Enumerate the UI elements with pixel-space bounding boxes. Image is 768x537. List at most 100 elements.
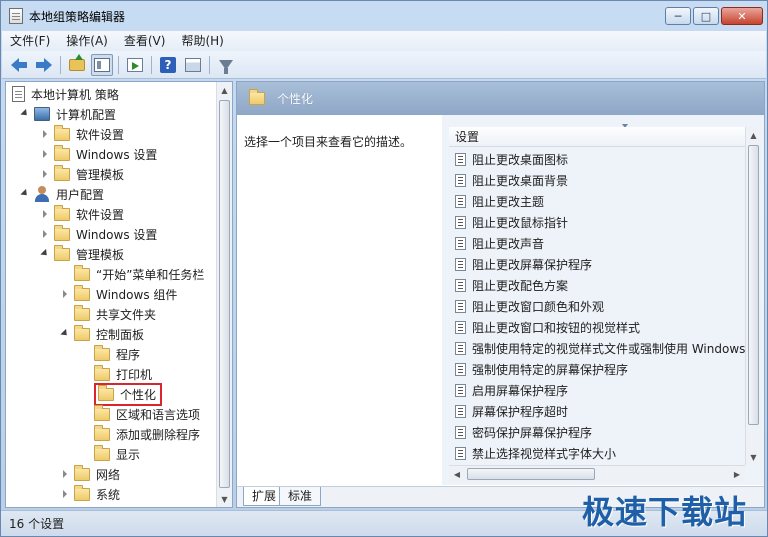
- menu-view[interactable]: 查看(V): [116, 31, 174, 51]
- collapsed-arrow-icon[interactable]: [40, 129, 50, 139]
- filter-button[interactable]: [215, 54, 237, 76]
- expanded-arrow-icon[interactable]: [60, 329, 70, 339]
- scroll-thumb[interactable]: [748, 145, 759, 425]
- close-button[interactable]: ✕: [721, 7, 763, 25]
- tree-item[interactable]: 控制面板: [60, 324, 144, 344]
- list-item-label: 禁止选择视觉样式字体大小: [472, 447, 617, 461]
- folder-icon: [74, 304, 90, 321]
- policy-document-icon: [12, 86, 25, 102]
- list-item[interactable]: 阻止更改声音: [449, 233, 544, 254]
- tree-item[interactable]: 本地计算机 策略: [12, 84, 119, 104]
- tree-item[interactable]: Windows 设置: [40, 224, 157, 244]
- tab-standard[interactable]: 标准: [279, 487, 322, 506]
- tree-item[interactable]: 程序: [80, 344, 140, 364]
- properties-button[interactable]: [182, 54, 204, 76]
- user-icon: [34, 186, 50, 202]
- collapsed-arrow-icon[interactable]: [40, 209, 50, 219]
- tree-item[interactable]: 软件设置: [40, 124, 124, 144]
- scroll-thumb[interactable]: [219, 100, 230, 488]
- list-item[interactable]: 阻止更改屏幕保护程序: [449, 254, 592, 275]
- list-item[interactable]: 强制使用特定的视觉样式文件或强制使用 Windows: [449, 338, 745, 359]
- tree-item[interactable]: 个性化: [80, 382, 163, 406]
- tree-item-label: “开始”菜单和任务栏: [96, 267, 205, 282]
- help-icon: ?: [160, 56, 176, 73]
- forward-button[interactable]: [33, 54, 55, 76]
- list-horizontal-scrollbar[interactable]: ◀ ▶: [449, 465, 745, 482]
- tree-item-label: 显示: [116, 447, 141, 462]
- tree-item[interactable]: 打印机: [80, 364, 152, 384]
- scroll-down-icon[interactable]: ▼: [217, 491, 232, 507]
- collapsed-arrow-icon[interactable]: [60, 469, 70, 479]
- folder-icon: [54, 164, 70, 181]
- tree-item[interactable]: 网络: [60, 464, 120, 484]
- minimize-button[interactable]: ─: [665, 7, 691, 25]
- list-item[interactable]: 密码保护屏幕保护程序: [449, 422, 592, 443]
- up-level-button[interactable]: [66, 53, 88, 76]
- policy-setting-icon: [455, 216, 466, 229]
- help-button[interactable]: ?: [157, 54, 179, 76]
- expanded-arrow-icon[interactable]: [20, 109, 30, 119]
- scroll-thumb[interactable]: [467, 468, 595, 480]
- back-button[interactable]: [8, 54, 30, 76]
- list-item-label: 强制使用特定的视觉样式文件或强制使用 Windows: [472, 342, 745, 356]
- menu-action[interactable]: 操作(A): [58, 31, 116, 51]
- menu-file[interactable]: 文件(F): [2, 31, 58, 51]
- menu-help[interactable]: 帮助(H): [173, 31, 231, 51]
- list-item[interactable]: 阻止更改桌面图标: [449, 149, 568, 170]
- tree-item-label: 打印机: [116, 367, 153, 382]
- scroll-up-icon[interactable]: ▲: [217, 82, 232, 98]
- tree-item[interactable]: 管理模板: [40, 244, 124, 264]
- tree-item[interactable]: “开始”菜单和任务栏: [60, 264, 204, 284]
- tree-item[interactable]: 共享文件夹: [60, 304, 156, 324]
- folder-icon: [249, 89, 265, 105]
- list-item-label: 阻止更改窗口颜色和外观: [472, 300, 605, 314]
- collapsed-arrow-icon[interactable]: [40, 169, 50, 179]
- maximize-button[interactable]: □: [693, 7, 719, 25]
- expanded-arrow-icon[interactable]: [40, 249, 50, 259]
- tree-item[interactable]: Windows 组件: [60, 284, 177, 304]
- scroll-left-icon[interactable]: ◀: [449, 466, 465, 482]
- tree-item[interactable]: Windows 设置: [40, 144, 157, 164]
- list-item[interactable]: 启用屏幕保护程序: [449, 380, 568, 401]
- tree-item[interactable]: 计算机配置: [20, 104, 116, 124]
- list-item[interactable]: 禁止选择视觉样式字体大小: [449, 443, 616, 464]
- column-header-setting[interactable]: 设置: [449, 127, 745, 147]
- tree-item[interactable]: 显示: [80, 444, 140, 464]
- list-item[interactable]: 阻止更改主题: [449, 191, 544, 212]
- folder-icon: [94, 424, 110, 441]
- show-hide-tree-button[interactable]: [91, 53, 113, 76]
- list-item[interactable]: 阻止更改窗口和按钮的视觉样式: [449, 317, 640, 338]
- tree-item[interactable]: 区域和语言选项: [80, 404, 200, 424]
- list-item[interactable]: 阻止更改桌面背景: [449, 170, 568, 191]
- list-item[interactable]: 阻止更改鼠标指针: [449, 212, 568, 233]
- export-list-button[interactable]: [124, 54, 146, 76]
- scroll-up-icon[interactable]: ▲: [746, 127, 761, 143]
- folder-icon: [74, 284, 90, 301]
- tree-vertical-scrollbar[interactable]: ▲ ▼: [216, 82, 232, 507]
- list-item-label: 阻止更改鼠标指针: [472, 216, 569, 230]
- expanded-arrow-icon[interactable]: [20, 189, 30, 199]
- tree-item[interactable]: 添加或删除程序: [80, 424, 200, 444]
- list-item-label: 阻止更改桌面图标: [472, 153, 569, 167]
- collapsed-arrow-icon[interactable]: [60, 289, 70, 299]
- scroll-right-icon[interactable]: ▶: [729, 466, 745, 482]
- tree-item[interactable]: 管理模板: [40, 164, 124, 184]
- collapsed-arrow-icon[interactable]: [60, 489, 70, 499]
- collapsed-arrow-icon[interactable]: [40, 229, 50, 239]
- scroll-down-icon[interactable]: ▼: [746, 449, 761, 465]
- tree-item[interactable]: 软件设置: [40, 204, 124, 224]
- list-item[interactable]: 阻止更改窗口颜色和外观: [449, 296, 604, 317]
- tree-item-label: Windows 设置: [76, 147, 158, 162]
- policy-setting-icon: [455, 153, 466, 166]
- list-item[interactable]: 阻止更改配色方案: [449, 275, 568, 296]
- collapsed-arrow-icon[interactable]: [40, 149, 50, 159]
- tree-item[interactable]: 用户配置: [20, 184, 104, 204]
- list-item[interactable]: 强制使用特定的屏幕保护程序: [449, 359, 628, 380]
- selected-node-highlight[interactable]: 个性化: [94, 382, 163, 406]
- list-vertical-scrollbar[interactable]: ▲ ▼: [745, 127, 761, 465]
- tree-item[interactable]: 系统: [60, 484, 120, 504]
- list-item[interactable]: 屏幕保护程序超时: [449, 401, 568, 422]
- folder-icon: [54, 144, 70, 161]
- policy-setting-icon: [455, 237, 466, 250]
